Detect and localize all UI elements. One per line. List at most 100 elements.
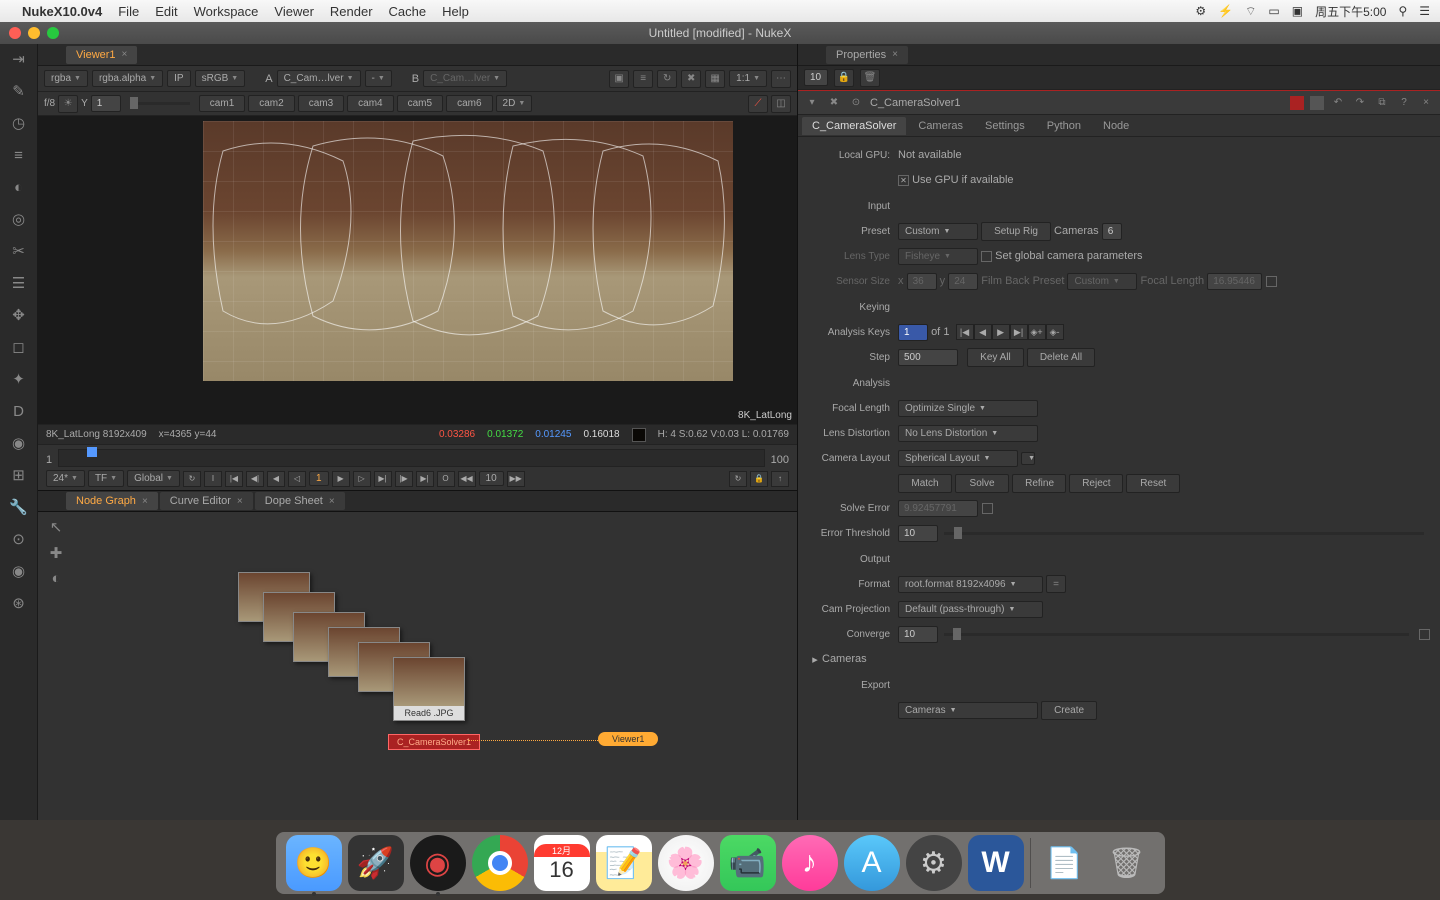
- rail-time-icon[interactable]: ◷: [8, 112, 30, 134]
- bluetooth-icon[interactable]: ⚡: [1218, 4, 1233, 18]
- rail-transform-icon[interactable]: ✥: [8, 304, 30, 326]
- node-col2-icon[interactable]: [1310, 96, 1324, 110]
- battery-icon[interactable]: ▭: [1268, 4, 1279, 18]
- last-frame-icon[interactable]: ▶|: [416, 471, 434, 487]
- colorspace-select[interactable]: sRGB▼: [195, 70, 246, 87]
- wipe-icon[interactable]: ⟋: [748, 95, 768, 113]
- jump-back-icon[interactable]: ◀◀: [458, 471, 476, 487]
- dock-word[interactable]: W: [968, 835, 1024, 891]
- key-first-icon[interactable]: |◀: [956, 324, 974, 340]
- help-icon[interactable]: ?: [1396, 95, 1412, 111]
- prev-key-icon[interactable]: ◀|: [246, 471, 264, 487]
- loop-icon[interactable]: ↻: [729, 471, 747, 487]
- solve-button[interactable]: Solve: [955, 474, 1009, 493]
- clip-icon[interactable]: ▣: [609, 70, 629, 88]
- float-icon[interactable]: ⧉: [1374, 95, 1390, 111]
- rail-other-icon[interactable]: ⊙: [8, 528, 30, 550]
- 2d-select[interactable]: 2D▼: [496, 95, 533, 112]
- prev-frame-icon[interactable]: ◀: [267, 471, 285, 487]
- playhead[interactable]: [87, 447, 97, 457]
- ip-button[interactable]: IP: [167, 70, 190, 87]
- ntab-solver[interactable]: C_CameraSolver: [802, 117, 906, 135]
- key-prev-icon[interactable]: ◀: [974, 324, 992, 340]
- errthresh-slider[interactable]: [944, 532, 1424, 535]
- node-col-icon[interactable]: [1290, 96, 1304, 110]
- dock-facetime[interactable]: 📹: [720, 835, 776, 891]
- format-select[interactable]: root.format 8192x4096▼: [898, 576, 1043, 593]
- proxy-icon[interactable]: ≡: [633, 70, 653, 88]
- format-link-icon[interactable]: =: [1046, 575, 1066, 593]
- cam2-button[interactable]: cam2: [248, 95, 294, 112]
- menu-cache[interactable]: Cache: [389, 4, 427, 19]
- cam4-button[interactable]: cam4: [347, 95, 393, 112]
- sensor-y[interactable]: 24: [948, 273, 978, 290]
- export-icon[interactable]: ↑: [771, 471, 789, 487]
- more-icon[interactable]: ⋯: [771, 70, 791, 88]
- sphere-icon[interactable]: ◐: [44, 570, 68, 587]
- cam3-button[interactable]: cam3: [298, 95, 344, 112]
- key-del-icon[interactable]: ◈-: [1046, 324, 1064, 340]
- lock-icon[interactable]: 🔒: [750, 471, 768, 487]
- dock-itunes[interactable]: ♪: [782, 835, 838, 891]
- menu-edit[interactable]: Edit: [155, 4, 177, 19]
- setglobal-check[interactable]: [981, 251, 992, 262]
- zoom-select[interactable]: 1:1▼: [729, 70, 767, 87]
- sensor-x[interactable]: 36: [907, 273, 937, 290]
- close-icon[interactable]: ×: [122, 49, 128, 60]
- reject-button[interactable]: Reject: [1069, 474, 1123, 493]
- rail-toolsets-icon[interactable]: 🔧: [8, 496, 30, 518]
- refresh-icon[interactable]: ↻: [657, 70, 677, 88]
- solveerr-anim[interactable]: [982, 503, 993, 514]
- preset-select[interactable]: Custom▼: [898, 223, 978, 240]
- rail-particles-icon[interactable]: ✦: [8, 368, 30, 390]
- arrow-tool-icon[interactable]: ↖: [44, 518, 68, 536]
- converge-value[interactable]: 10: [898, 626, 938, 643]
- menu-render[interactable]: Render: [330, 4, 373, 19]
- reset-button[interactable]: Reset: [1126, 474, 1180, 493]
- dock-downloads[interactable]: 📄: [1037, 835, 1093, 891]
- rail-keyer-icon[interactable]: ✂: [8, 240, 30, 262]
- rail-furnace-icon[interactable]: ◉: [8, 560, 30, 582]
- close-window[interactable]: [9, 27, 21, 39]
- tab-properties[interactable]: Properties×: [826, 46, 908, 64]
- current-frame[interactable]: 1: [309, 471, 329, 486]
- ntab-python[interactable]: Python: [1037, 117, 1091, 135]
- clear-icon[interactable]: 🗑: [860, 69, 880, 87]
- gain-icon[interactable]: ☀: [58, 95, 78, 113]
- export-select[interactable]: Cameras▼: [898, 702, 1038, 719]
- cameras-expand-icon[interactable]: ▸: [808, 653, 822, 666]
- cameras-count[interactable]: 6: [1102, 223, 1122, 240]
- out-point-icon[interactable]: O: [437, 471, 455, 487]
- usegpu-check[interactable]: ✕: [898, 175, 909, 186]
- rail-cara-icon[interactable]: ⊛: [8, 592, 30, 614]
- undo-icon[interactable]: ↶: [1330, 95, 1346, 111]
- rail-merge-icon[interactable]: ☰: [8, 272, 30, 294]
- alpha-select[interactable]: rgba.alpha▼: [92, 70, 163, 87]
- lenstype-select[interactable]: Fisheye▼: [898, 248, 978, 265]
- converge-anim[interactable]: [1419, 629, 1430, 640]
- camproj-select[interactable]: Default (pass-through)▼: [898, 601, 1043, 618]
- status-icon[interactable]: ⚙: [1195, 4, 1206, 18]
- deleteall-button[interactable]: Delete All: [1027, 348, 1095, 367]
- center-icon[interactable]: ⊙: [848, 95, 864, 111]
- notifications-icon[interactable]: ☰: [1419, 4, 1430, 18]
- dock-settings[interactable]: ⚙: [906, 835, 962, 891]
- close-icon[interactable]: ×: [329, 496, 335, 507]
- next-frame-icon[interactable]: ▶|: [374, 471, 392, 487]
- a-sub-select[interactable]: -▼: [365, 70, 392, 87]
- spotlight-icon[interactable]: ⚲: [1398, 4, 1407, 18]
- tab-curve-editor[interactable]: Curve Editor×: [160, 492, 253, 510]
- time-ruler[interactable]: [58, 449, 765, 467]
- in-point-icon[interactable]: I: [204, 471, 222, 487]
- jump-fwd-icon[interactable]: ▶▶: [507, 471, 525, 487]
- viewer-node[interactable]: Viewer1: [598, 732, 658, 746]
- node-graph[interactable]: ↖ ✚ ◐ Read6 .JPG C_CameraSolver1 Viewer1: [38, 512, 797, 820]
- minimize-window[interactable]: [28, 27, 40, 39]
- cam6-button[interactable]: cam6: [446, 95, 492, 112]
- ntab-cameras[interactable]: Cameras: [908, 117, 973, 135]
- first-frame-icon[interactable]: |◀: [225, 471, 243, 487]
- refine-button[interactable]: Refine: [1012, 474, 1066, 493]
- step-back-icon[interactable]: ◁: [288, 471, 306, 487]
- key-add-icon[interactable]: ◈+: [1028, 324, 1046, 340]
- dock-launchpad[interactable]: 🚀: [348, 835, 404, 891]
